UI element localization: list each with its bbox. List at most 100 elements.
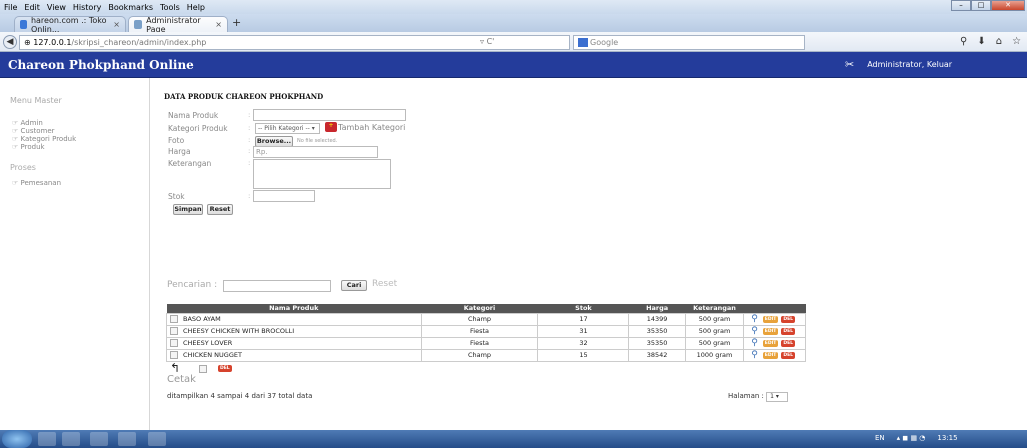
edit-button[interactable]: EDIT: [762, 351, 779, 359]
window-controls: – □ ✕: [951, 0, 1025, 11]
delete-selected-button[interactable]: DEL: [218, 365, 232, 372]
menu-edit[interactable]: Edit: [24, 3, 40, 12]
language-indicator[interactable]: EN: [875, 434, 885, 442]
tambah-kategori-link[interactable]: Tambah Kategori: [338, 123, 405, 132]
admin-logout-link[interactable]: Administrator, Keluar: [867, 60, 952, 69]
taskbar-firefox-icon[interactable]: [148, 432, 166, 446]
tambah-kategori-icon[interactable]: +: [325, 122, 337, 132]
page-title: DATA PRODUK CHAREON PHOKPHAND: [164, 92, 324, 101]
cell-keterangan: 500 gram: [684, 324, 745, 338]
delete-button[interactable]: DEL: [781, 315, 796, 323]
halaman-label: Halaman :: [728, 392, 764, 400]
cari-button[interactable]: Cari: [341, 280, 367, 291]
cell-kategori: Fiesta: [420, 336, 539, 350]
sidebar-item-admin[interactable]: ☞ Admin: [12, 119, 43, 127]
col-stok: Stok: [537, 304, 629, 313]
select-all-checkbox[interactable]: [199, 365, 207, 373]
sidebar-item-pemesanan[interactable]: ☞ Pemesanan: [12, 179, 61, 187]
taskbar-app-icon[interactable]: [90, 432, 108, 446]
edit-button[interactable]: EDIT: [762, 327, 779, 335]
minimize-button[interactable]: –: [951, 0, 971, 11]
tab-administrator-page[interactable]: Administrator Page ×: [128, 16, 228, 34]
sidebar-item-customer[interactable]: ☞ Customer: [12, 127, 55, 135]
cell-harga: 38542: [628, 348, 686, 362]
row-checkbox[interactable]: [170, 339, 178, 347]
menu-file[interactable]: File: [4, 3, 17, 12]
cell-nama: BASO AYAM: [166, 312, 422, 326]
label-keterangan: Keterangan: [168, 159, 212, 168]
cell-actions: ⚲ EDIT DEL: [743, 324, 806, 338]
edit-button[interactable]: EDIT: [762, 315, 779, 323]
tray-icons[interactable]: ▴ ◼ ▦ ◔: [897, 434, 926, 442]
menu-tools[interactable]: Tools: [160, 3, 180, 12]
search-bar[interactable]: Google: [573, 35, 805, 50]
cetak-link[interactable]: Cetak: [167, 374, 196, 385]
cell-actions: ⚲ EDIT DEL: [743, 312, 806, 326]
table-row: CHEESY CHICKEN WITH BROCOLLI Fiesta 31 3…: [166, 324, 806, 338]
tab-hareon[interactable]: hareon.com .: Toko Onlin... ×: [14, 16, 126, 34]
view-magnifier-icon[interactable]: ⚲: [751, 338, 758, 348]
maximize-button[interactable]: □: [971, 0, 991, 11]
sidebar-item-produk[interactable]: ☞ Produk: [12, 143, 45, 151]
label-harga: Harga: [168, 147, 191, 156]
keterangan-textarea[interactable]: [253, 159, 391, 189]
star-icon[interactable]: ☆: [1012, 36, 1021, 47]
delete-button[interactable]: DEL: [781, 327, 796, 335]
col-harga: Harga: [628, 304, 686, 313]
view-magnifier-icon[interactable]: ⚲: [751, 314, 758, 324]
col-keterangan: Keterangan: [685, 304, 744, 313]
kategori-select[interactable]: -- Pilih Kategori -- ▾: [255, 123, 320, 134]
delete-button[interactable]: DEL: [781, 351, 796, 359]
taskbar-app-icon[interactable]: [62, 432, 80, 446]
label-kategori-produk: Kategori Produk: [168, 124, 228, 133]
view-magnifier-icon[interactable]: ⚲: [751, 326, 758, 336]
browser-menubar: File Edit View History Bookmarks Tools H…: [0, 0, 1027, 14]
tab-close-icon[interactable]: ×: [113, 20, 120, 29]
clock[interactable]: 13:15: [937, 434, 957, 442]
cell-keterangan: 500 gram: [684, 312, 745, 326]
menu-history[interactable]: History: [73, 3, 101, 12]
delete-button[interactable]: DEL: [781, 339, 796, 347]
bookmark-dropdown-icon[interactable]: ▿: [480, 37, 484, 46]
nama-produk-input[interactable]: [253, 109, 406, 121]
col-kategori: Kategori: [421, 304, 538, 313]
reload-icon[interactable]: C': [487, 37, 495, 46]
search-icon[interactable]: ⚲: [960, 36, 967, 47]
url-host: 127.0.0.1: [33, 38, 72, 47]
menu-help[interactable]: Help: [187, 3, 205, 12]
tab-bar: hareon.com .: Toko Onlin... × Administra…: [0, 14, 1027, 34]
edit-button[interactable]: EDIT: [762, 339, 779, 347]
start-button[interactable]: [2, 430, 32, 448]
halaman-select[interactable]: 1 ▾: [766, 392, 789, 402]
new-tab-button[interactable]: +: [232, 16, 241, 29]
row-checkbox[interactable]: [170, 327, 178, 335]
back-arrow-icon[interactable]: ◀: [3, 35, 17, 49]
cell-stok: 17: [537, 312, 630, 326]
simpan-button[interactable]: Simpan: [173, 204, 203, 215]
reset-search-link[interactable]: Reset: [372, 279, 397, 289]
home-icon[interactable]: ⌂: [996, 36, 1002, 47]
sidebar-item-kategori-produk[interactable]: ☞ Kategori Produk: [12, 135, 76, 143]
cell-nama: CHICKEN NUGGET: [166, 348, 422, 362]
menu-view[interactable]: View: [47, 3, 66, 12]
cell-nama: CHEESY LOVER: [166, 336, 422, 350]
cell-actions: ⚲ EDIT DEL: [743, 348, 806, 362]
tab-close-icon[interactable]: ×: [215, 20, 222, 29]
toolbar-icons: ⚲ ⬇ ⌂ ☆ ▤ ≡: [960, 36, 1027, 47]
products-table: Nama Produk Kategori Stok Harga Keterang…: [166, 304, 806, 362]
stok-input[interactable]: [253, 190, 315, 202]
close-window-button[interactable]: ✕: [991, 0, 1025, 11]
row-checkbox[interactable]: [170, 315, 178, 323]
taskbar-app-icon[interactable]: [118, 432, 136, 446]
reset-form-button[interactable]: Reset: [207, 204, 233, 215]
sidebar: Menu Master ☞ Admin ☞ Customer ☞ Kategor…: [0, 78, 150, 430]
row-checkbox[interactable]: [170, 351, 178, 359]
taskbar-app-icon[interactable]: [38, 432, 56, 446]
search-input[interactable]: [223, 280, 331, 292]
url-path: /skripsi_chareon/admin/index.php: [71, 38, 207, 47]
menu-bookmarks[interactable]: Bookmarks: [108, 3, 153, 12]
view-magnifier-icon[interactable]: ⚲: [751, 350, 758, 360]
sidebar-heading-menu-master: Menu Master: [10, 96, 62, 105]
harga-input[interactable]: Rp.: [253, 146, 378, 158]
download-icon[interactable]: ⬇: [977, 36, 985, 47]
